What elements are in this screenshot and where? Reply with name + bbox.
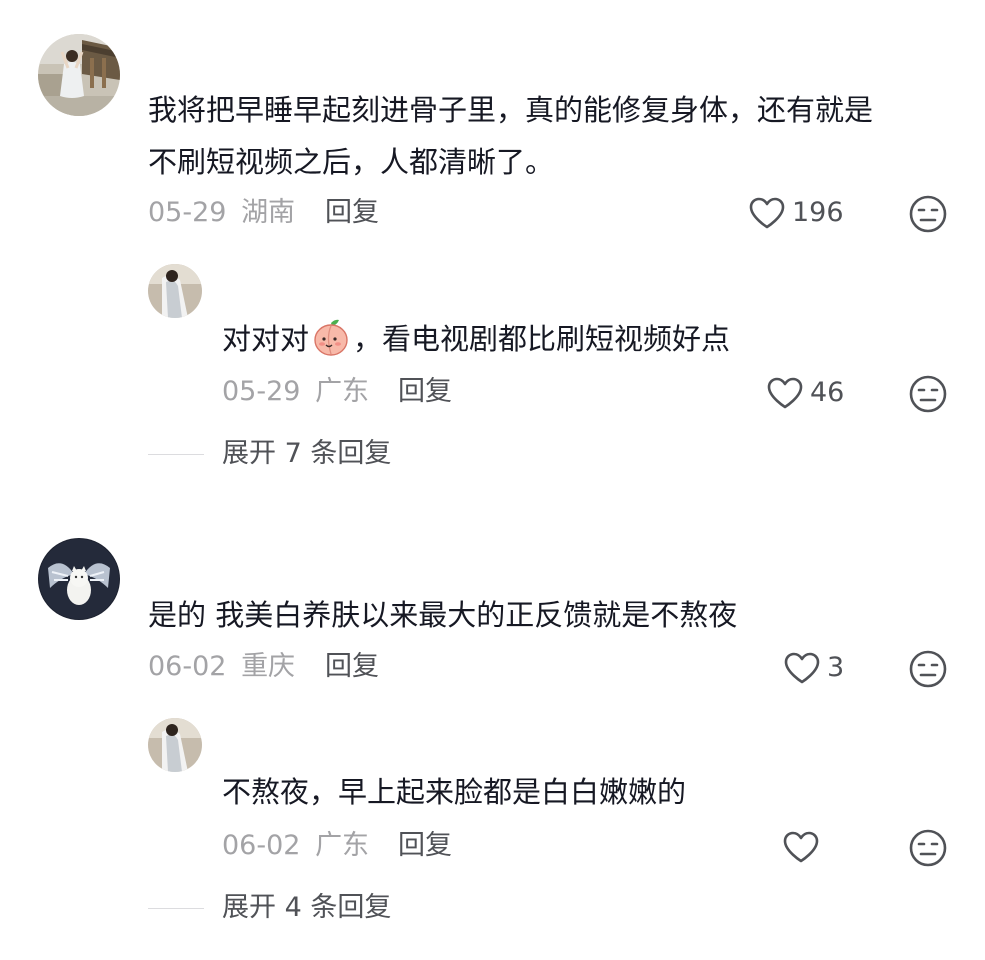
like-count: 46: [810, 377, 845, 408]
expand-replies-button[interactable]: 展开 4 条回复: [148, 891, 391, 925]
comment-date: 05-29: [148, 197, 227, 228]
like-button[interactable]: [782, 830, 826, 864]
reply-button[interactable]: 回复: [325, 650, 379, 684]
heart-outline-icon: [783, 831, 819, 863]
comment-text-line-2: 不刷短视频之后，人都清晰了。: [148, 145, 555, 179]
dislike-button[interactable]: [908, 374, 948, 418]
comment-text-line-1: 我将把早睡早起刻进骨子里，真的能修复身体，还有就是: [148, 93, 874, 127]
dislike-button[interactable]: [908, 649, 948, 693]
heart-outline-icon: [767, 377, 803, 409]
meh-face-icon: [909, 650, 947, 688]
reply-location: 广东: [315, 830, 370, 861]
comment-location: 湖南: [241, 197, 296, 228]
like-count: 3: [827, 652, 845, 683]
expand-divider: [148, 453, 204, 455]
reply-button[interactable]: 回复: [398, 375, 452, 409]
reply-avatar[interactable]: [148, 718, 202, 772]
comment-meta: 05-29 湖南: [148, 196, 295, 230]
reply-text: 对对对 ，看电视剧都比刷短视频好点: [222, 313, 730, 365]
reply-button[interactable]: 回复: [325, 196, 379, 230]
heart-outline-icon: [784, 652, 820, 684]
user-avatar[interactable]: [38, 34, 120, 116]
dislike-button[interactable]: [908, 828, 948, 872]
comment-text-line-1: 是的 我美白养肤以来最大的正反馈就是不熬夜: [148, 598, 738, 632]
reply-text-before: 对对对: [222, 322, 310, 356]
peach-emoji-icon: [314, 319, 348, 356]
reply-date: 06-02: [222, 830, 301, 861]
meh-face-icon: [909, 195, 947, 233]
like-button[interactable]: 3: [783, 651, 844, 685]
expand-replies-label: 展开 4 条回复: [222, 892, 392, 923]
like-button[interactable]: 46: [766, 376, 844, 410]
meh-face-icon: [909, 829, 947, 867]
heart-outline-icon: [749, 197, 785, 229]
expand-divider: [148, 907, 204, 909]
reply-date: 05-29: [222, 376, 301, 407]
comment-meta: 06-02 重庆: [148, 650, 295, 684]
like-count: 196: [792, 197, 844, 228]
expand-replies-label: 展开 7 条回复: [222, 438, 392, 469]
reply-text-after: ，看电视剧都比刷短视频好点: [353, 322, 731, 356]
user-avatar[interactable]: [38, 538, 120, 620]
like-button[interactable]: 196: [748, 196, 844, 230]
reply-avatar[interactable]: [148, 264, 202, 318]
reply-button[interactable]: 回复: [398, 829, 452, 863]
reply-location: 广东: [315, 376, 370, 407]
expand-replies-button[interactable]: 展开 7 条回复: [148, 437, 391, 471]
dislike-button[interactable]: [908, 194, 948, 238]
reply-meta: 06-02 广东: [222, 829, 369, 863]
comment-location: 重庆: [241, 651, 296, 682]
comment-date: 06-02: [148, 651, 227, 682]
reply-meta: 05-29 广东: [222, 375, 369, 409]
meh-face-icon: [909, 375, 947, 413]
reply-text: 不熬夜，早上起来脸都是白白嫩嫩的: [222, 775, 687, 809]
